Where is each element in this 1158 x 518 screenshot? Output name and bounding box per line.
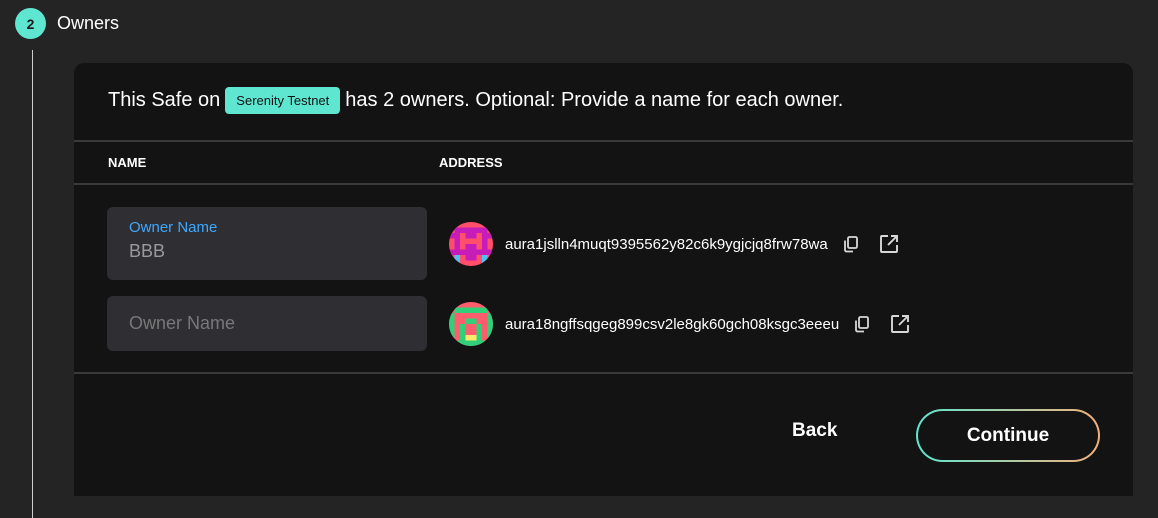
copy-icon[interactable] [840,233,862,255]
table-bottom-divider [74,372,1133,374]
name-column-header: NAME [108,155,147,170]
owner-address: aura1jslln4muqt9395562y82c6k9ygjcjq8frw7… [505,235,828,253]
address-column-header: ADDRESS [439,155,503,170]
owner-name-placeholder[interactable]: Owner Name [129,313,235,334]
owners-step: 2 Owners This Safe on Serenity Testnet h… [0,0,1158,518]
owner-address: aura18ngffsqgeg899csv2le8gk60gch08ksgc3e… [505,315,840,333]
external-link-icon[interactable] [889,313,911,335]
continue-button-label[interactable]: Continue [918,411,1098,460]
owners-card: This Safe on Serenity Testnet has 2 owne… [74,63,1133,496]
step-title: Owners [57,13,120,33]
owner-address-row-2: aura18ngffsqgeg899csv2le8gk60gch08ksgc3e… [449,302,911,346]
owners-intro-text: This Safe on Serenity Testnet has 2 owne… [108,87,843,114]
continue-button[interactable]: Continue [916,409,1100,462]
external-link-icon[interactable] [878,233,900,255]
step-header: 2 Owners [15,8,119,39]
back-button[interactable]: Back [792,420,837,442]
copy-icon[interactable] [851,313,873,335]
owner-name-field-1[interactable]: Owner Name BBB [107,207,427,280]
owner-name-field-2[interactable]: Owner Name [107,296,427,351]
intro-suffix: has 2 owners. Optional: Provide a name f… [345,89,844,111]
identicon-avatar [449,302,493,346]
identicon-avatar [449,222,493,266]
intro-prefix: This Safe on [108,89,221,111]
network-badge: Serenity Testnet [225,87,341,114]
owner-address-row-1: aura1jslln4muqt9395562y82c6k9ygjcjq8frw7… [449,222,900,266]
table-top-divider [74,140,1133,142]
owner-name-label: Owner Name [129,219,218,236]
table-header-divider [74,183,1133,185]
owner-name-value[interactable]: BBB [129,241,165,262]
step-connector-line [32,50,33,518]
step-number-badge: 2 [15,8,46,39]
